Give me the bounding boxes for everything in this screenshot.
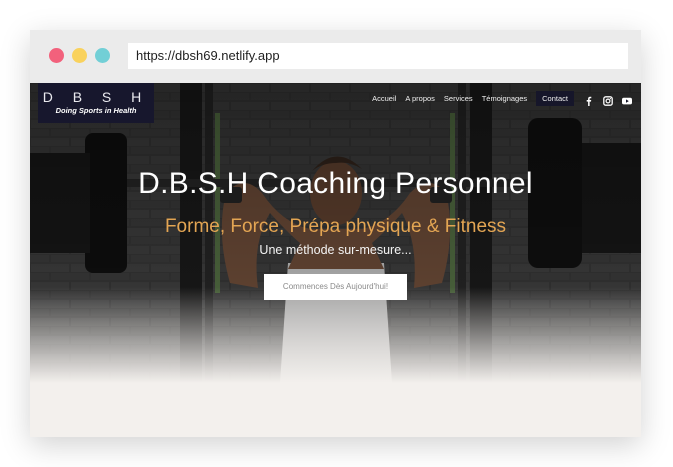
cta-button[interactable]: Commences Dès Aujourd'hui!	[264, 274, 407, 300]
hero-tagline: Une méthode sur-mesure...	[259, 243, 412, 257]
logo-letters: D B S H	[42, 89, 150, 105]
logo[interactable]: D B S H Doing Sports in Health	[38, 83, 154, 123]
youtube-icon[interactable]	[622, 93, 632, 105]
hero-title: D.B.S.H Coaching Personnel	[138, 167, 533, 200]
hero-section: D B S H Doing Sports in Health Accueil A…	[30, 83, 641, 383]
browser-window: https://dbsh69.netlify.app D B S H Doing…	[30, 30, 641, 437]
browser-toolbar: https://dbsh69.netlify.app	[30, 30, 641, 83]
nav-item-a-propos[interactable]: A propos	[405, 94, 435, 103]
website: D B S H Doing Sports in Health Accueil A…	[30, 83, 641, 437]
hero-subtitle: Forme, Force, Prépa physique & Fitness	[164, 216, 507, 237]
facebook-icon[interactable]	[584, 93, 594, 106]
nav-item-services[interactable]: Services	[444, 94, 473, 103]
navbar: D B S H Doing Sports in Health Accueil A…	[30, 83, 641, 123]
nav-item-accueil[interactable]: Accueil	[372, 94, 396, 103]
address-bar[interactable]: https://dbsh69.netlify.app	[128, 43, 628, 69]
close-dot[interactable]	[49, 48, 64, 63]
nav-item-contact[interactable]: Contact	[536, 90, 574, 106]
nav-item-temoignages[interactable]: Témoignages	[482, 94, 527, 103]
nav-menu: Accueil A propos Services Témoignages Co…	[372, 83, 641, 113]
logo-tagline: Doing Sports in Health	[55, 106, 137, 115]
instagram-icon[interactable]	[603, 93, 613, 106]
minimize-dot[interactable]	[72, 48, 87, 63]
maximize-dot[interactable]	[95, 48, 110, 63]
